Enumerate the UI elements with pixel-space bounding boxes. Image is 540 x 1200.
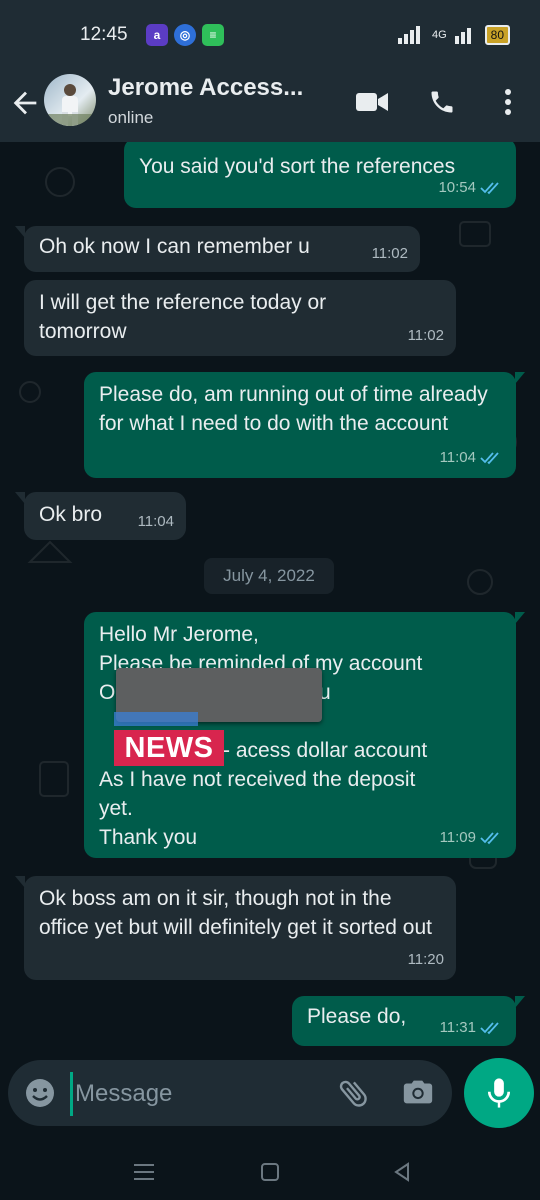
emoji-icon	[26, 1079, 54, 1107]
date-separator: July 4, 2022	[204, 558, 334, 594]
message-time: 11:04	[137, 513, 174, 530]
read-receipt-icon	[480, 181, 499, 194]
attach-button[interactable]	[336, 1075, 372, 1111]
microphone-icon	[487, 1078, 511, 1108]
message-bubble-outgoing[interactable]: Please do, 11:31	[292, 996, 525, 1046]
message-time: 11:09	[439, 829, 476, 846]
read-receipt-icon	[480, 1021, 499, 1034]
message-meta: 11:04	[440, 443, 504, 472]
app-notification-icon: ≡	[202, 24, 224, 46]
message-time: 10:54	[438, 179, 476, 196]
message-line: As I have not received the deposit	[99, 768, 416, 791]
message-bubble-incoming[interactable]: Ok boss am on it sir, though not in the …	[15, 876, 456, 980]
signal-icon	[397, 26, 420, 44]
status-bar: 12:45 a ◎ ≡ 4G 80	[0, 0, 540, 70]
video-call-button[interactable]	[354, 84, 390, 120]
bubble-tail	[515, 372, 525, 384]
message-text: I will get the reference today or tomorr…	[39, 291, 327, 343]
avatar[interactable]	[44, 74, 96, 126]
contact-name[interactable]: Jerome Access...	[108, 74, 303, 102]
message-line: yet.	[99, 797, 133, 820]
bubble-tail	[515, 996, 525, 1008]
message-time: 11:31	[439, 1019, 476, 1036]
triangle-back-icon	[394, 1162, 409, 1182]
message-bubble-incoming[interactable]: I will get the reference today or tomorr…	[24, 280, 456, 356]
notification-icons: a ◎ ≡	[146, 24, 224, 46]
message-composer	[8, 1060, 452, 1126]
read-receipt-icon	[480, 451, 499, 464]
battery-icon: 80	[484, 25, 510, 45]
bubble-tail	[15, 226, 25, 238]
news-stamp-sticker: NEWS	[114, 730, 224, 766]
message-meta: 10:54	[438, 173, 504, 202]
status-time: 12:45	[80, 24, 128, 45]
recents-button[interactable]	[130, 1158, 158, 1186]
chat-header: Jerome Access... online	[0, 70, 540, 142]
home-button[interactable]	[256, 1158, 284, 1186]
video-camera-icon	[356, 93, 388, 111]
message-meta: 11:04	[138, 507, 174, 536]
message-meta: 11:31	[440, 1013, 504, 1042]
contact-status: online	[108, 108, 154, 127]
message-text: Oh ok now I can remember u	[39, 235, 310, 258]
square-icon	[261, 1163, 279, 1181]
message-list[interactable]: You said you'd sort the references 10:54…	[0, 142, 540, 1050]
message-time: 11:04	[439, 449, 476, 466]
message-line: Hello Mr Jerome,	[99, 623, 259, 646]
message-line: O	[99, 681, 116, 704]
message-meta: 11:02	[372, 239, 408, 268]
back-button[interactable]	[8, 86, 42, 120]
message-time: 11:02	[371, 245, 408, 262]
message-bubble-outgoing[interactable]: You said you'd sort the references 10:54	[124, 142, 516, 208]
message-input[interactable]	[70, 1072, 327, 1116]
app-notification-icon: a	[146, 24, 168, 46]
message-meta: 11:09	[440, 823, 504, 852]
message-bubble-outgoing[interactable]: Please do, am running out of time alread…	[84, 372, 525, 478]
message-text: Please do, am running out of time alread…	[99, 383, 488, 435]
message-text: Ok boss am on it sir, though not in the …	[39, 887, 432, 939]
message-bubble-incoming[interactable]: Ok bro 11:04	[15, 492, 186, 540]
more-options-button[interactable]	[490, 84, 526, 120]
read-receipt-icon	[480, 831, 499, 844]
message-time: 11:20	[407, 951, 444, 968]
bubble-tail	[515, 612, 525, 624]
voice-message-button[interactable]	[464, 1058, 534, 1128]
message-bubble-incoming[interactable]: Oh ok now I can remember u 11:02	[15, 226, 420, 272]
voice-call-button[interactable]	[424, 84, 460, 120]
nav-back-button[interactable]	[388, 1158, 416, 1186]
bubble-tail	[15, 492, 25, 504]
phone-icon	[431, 91, 453, 113]
camera-icon	[403, 1080, 433, 1104]
arrow-left-icon	[13, 91, 37, 115]
paperclip-icon	[339, 1080, 367, 1107]
sticker-strip	[114, 712, 198, 726]
app-notification-icon: ◎	[174, 24, 196, 46]
signal-icon	[454, 28, 471, 44]
message-meta: 11:20	[408, 945, 444, 974]
bubble-tail	[15, 876, 25, 888]
more-vertical-icon	[505, 89, 511, 115]
avatar-image	[44, 84, 96, 126]
menu-lines-icon	[134, 1164, 154, 1180]
system-indicators: 4G 80	[397, 25, 510, 45]
camera-button[interactable]	[401, 1075, 437, 1111]
network-type: 4G	[431, 28, 447, 41]
message-meta: 11:02	[408, 321, 444, 350]
emoji-button[interactable]	[24, 1077, 56, 1109]
system-navigation-bar	[0, 1140, 540, 1200]
message-time: 11:02	[407, 327, 444, 344]
